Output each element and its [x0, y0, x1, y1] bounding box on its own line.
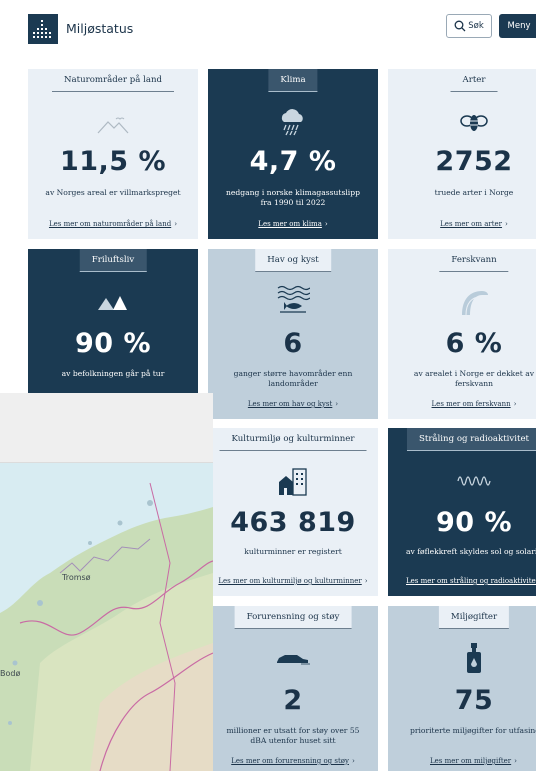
card-link[interactable]: Les mer om klima › [208, 220, 378, 228]
card-straling[interactable]: Stråling og radioaktivitet 90 % av føfle… [388, 428, 536, 596]
card-value: 6 % [445, 328, 503, 359]
card-tag: Ferskvann [439, 249, 509, 272]
card-link[interactable]: Les mer om ferskvann › [388, 400, 536, 408]
card-link[interactable]: Les mer om arter › [388, 220, 536, 228]
card-ferskvann[interactable]: Ferskvann 6 % av arealet i Norge er dekk… [388, 249, 536, 419]
card-hav-og-kyst[interactable]: Hav og kyst 6 ganger større havområder e… [208, 249, 378, 419]
radiation-wave-icon [457, 476, 491, 486]
search-button[interactable]: Søk [446, 14, 492, 38]
card-link[interactable]: Les mer om stråling og radioaktivitet [406, 577, 536, 585]
fish-waves-icon [277, 285, 310, 313]
norway-map-image [0, 463, 213, 771]
map-label-tromso: Tromsø [62, 573, 91, 582]
card-tag: Hav og kyst [255, 249, 331, 272]
card-value: 2 [283, 685, 303, 716]
map-view[interactable]: Tromsø Bodø [0, 463, 213, 771]
brand-name[interactable]: Miljøstatus [66, 21, 133, 36]
card-link[interactable]: Les mer om kulturmiljø og kulturminner › [208, 577, 378, 585]
spray-bottle-icon [467, 643, 481, 673]
card-tag: Arter [450, 69, 498, 92]
map-label-bodo: Bodø [0, 669, 21, 678]
card-value: 90 % [435, 507, 513, 538]
card-tag: Naturområder på land [52, 69, 174, 92]
waterfall-icon [462, 291, 488, 316]
site-header: Miljøstatus Søk Meny [0, 0, 536, 60]
card-link[interactable]: Les mer om forurensning og støy › [208, 757, 378, 765]
card-klima[interactable]: Klima 4,7 % nedgang i norske klimagassut… [208, 69, 378, 239]
tents-icon [98, 296, 127, 310]
card-arter[interactable]: Arter 2752 truede arter i Norge Les mer … [388, 69, 536, 239]
card-tag: Kulturmiljø og kulturminner [219, 428, 367, 451]
card-link[interactable]: Les mer om miljøgifter › [430, 757, 517, 765]
card-description: prioriterte miljøgifter for utfasing [410, 726, 536, 735]
card-value: 11,5 % [59, 146, 167, 177]
miljostatus-logo-icon[interactable] [28, 14, 58, 44]
card-description: av arealet i Norge er dekket av ferskvan… [413, 369, 535, 388]
mountains-icon [97, 117, 129, 134]
card-description: millioner er utsatt for støy over 55 dBA… [226, 726, 360, 745]
card-description: av befolkningen går på tur [61, 369, 165, 378]
card-naturomrader[interactable]: Naturområder på land 11,5 % av Norges ar… [28, 69, 198, 239]
card-description: ganger større havområder enn landområder [233, 369, 353, 388]
card-description: kulturminner er registert [244, 547, 342, 556]
search-label: Søk [468, 21, 484, 31]
card-tag: Friluftsliv [79, 249, 147, 272]
car-icon [277, 655, 310, 665]
card-tag: Klima [268, 69, 318, 92]
card-description: nedgang i norske klimagassutslipp fra 19… [226, 188, 360, 207]
card-value: 75 [454, 685, 494, 716]
card-friluftsliv[interactable]: Friluftsliv 90 % av befolkningen går på … [28, 249, 198, 393]
menu-button[interactable]: Meny [499, 14, 536, 38]
card-value: 463 819 [230, 507, 356, 538]
map-panel-header [0, 393, 213, 463]
card-link[interactable]: Les mer om hav og kyst › [208, 400, 378, 408]
rain-cloud-icon [281, 109, 303, 136]
card-kulturmiljo[interactable]: Kulturmiljø og kulturminner 463 819 kult… [208, 428, 378, 596]
buildings-icon [279, 468, 307, 496]
map-overlay-panel: Tromsø Bodø [0, 393, 213, 771]
bee-icon [460, 115, 488, 131]
card-forurensning[interactable]: Forurensning og støy 2 millioner er utsa… [208, 606, 378, 771]
card-value: 2752 [435, 146, 513, 177]
card-description: av Norges areal er villmarkspreget [45, 188, 181, 197]
card-tag: Miljøgifter [438, 606, 510, 629]
search-icon [454, 20, 466, 32]
card-tag: Stråling og radioaktivitet [406, 428, 536, 451]
card-miljogifter[interactable]: Miljøgifter 75 prioriterte miljøgifter f… [388, 606, 536, 771]
card-link[interactable]: Les mer om naturområder på land › [28, 220, 198, 228]
card-value: 90 % [74, 328, 152, 359]
card-value: 6 [283, 328, 303, 359]
card-description: av føflekkreft skyldes sol og solarier [406, 547, 536, 556]
card-value: 4,7 % [249, 146, 337, 177]
card-description: truede arter i Norge [434, 188, 514, 197]
card-tag: Forurensning og støy [234, 606, 352, 629]
